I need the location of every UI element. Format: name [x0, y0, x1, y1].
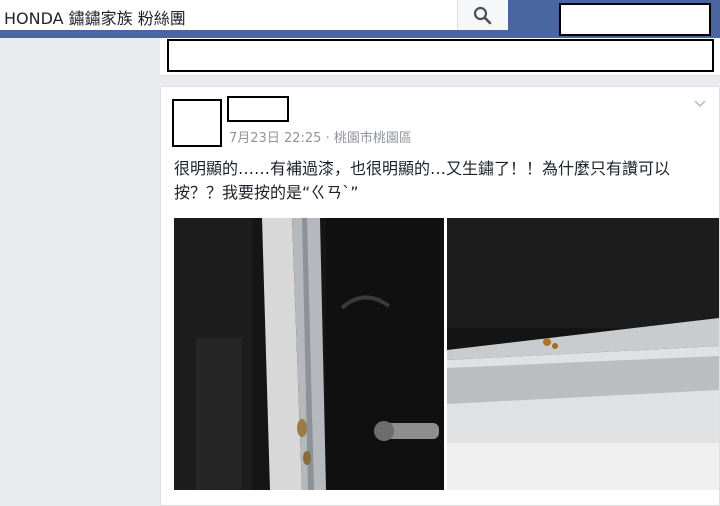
author-name[interactable] [227, 96, 289, 122]
post-card: 7月23日 22:25 · 桃園市桃園區 很明顯的……有補過漆，也很明顯的…又生… [160, 86, 720, 506]
photo-1-image [174, 218, 444, 490]
search-bar[interactable]: HONDA 鏽鏽家族 粉絲團 [0, 0, 508, 30]
meta-separator: · [325, 131, 330, 146]
top-navigation-bar: HONDA 鏽鏽家族 粉絲團 [0, 0, 720, 38]
photo-2-image [447, 218, 719, 490]
search-button[interactable] [457, 0, 508, 30]
post-meta: 7月23日 22:25 · 桃園市桃園區 [229, 127, 412, 146]
post-photo-1[interactable] [174, 218, 444, 490]
avatar[interactable] [172, 99, 222, 147]
previous-feed-card [160, 38, 720, 76]
search-icon [473, 6, 492, 25]
post-timestamp[interactable]: 7月23日 22:25 [229, 131, 321, 146]
redacted-profile-area [559, 3, 711, 36]
redacted-banner [167, 39, 714, 72]
post-text: 很明顯的……有補過漆，也很明顯的…又生鏽了！！為什麼只有讚可以按？？我要按的是“… [174, 159, 671, 202]
chevron-down-icon[interactable] [693, 99, 707, 109]
search-input[interactable]: HONDA 鏽鏽家族 粉絲團 [4, 5, 186, 29]
post-photo-2[interactable] [447, 218, 719, 490]
post-location[interactable]: 桃園市桃園區 [334, 131, 412, 146]
